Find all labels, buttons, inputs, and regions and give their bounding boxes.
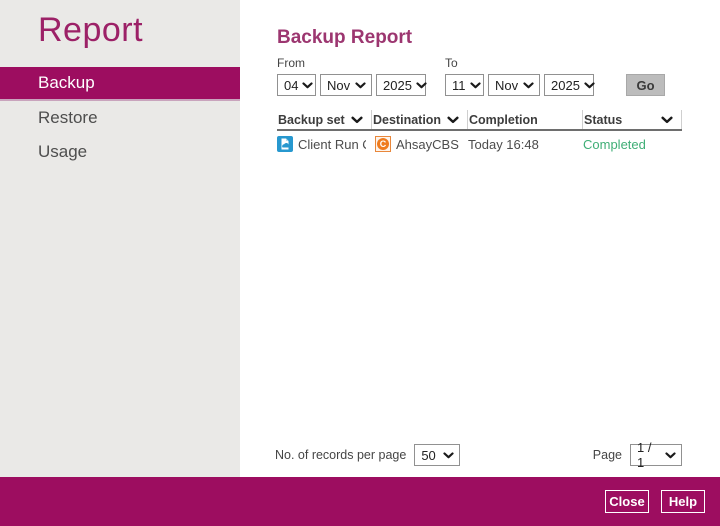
ahsaycbs-c-icon: C [375, 136, 391, 152]
chevron-down-icon [355, 81, 366, 88]
chevron-down-icon [302, 81, 314, 88]
status-cell: Completed [583, 137, 682, 152]
chevron-down-icon [665, 451, 676, 458]
to-year-value: 2025 [551, 77, 580, 93]
column-header-destination[interactable]: Destination [372, 110, 468, 129]
status-badge: Completed [583, 136, 646, 152]
backup-set-name: Client Run Clo... [298, 136, 366, 152]
report-table: Backup set Destination Completion Status [277, 110, 682, 155]
go-button[interactable]: Go [626, 74, 665, 96]
column-header-completion: Completion [468, 110, 583, 129]
pagination-bar: No. of records per page 50 Page 1 / 1 [275, 440, 682, 470]
page-select[interactable]: 1 / 1 [630, 440, 682, 470]
records-per-page: No. of records per page 50 [275, 444, 461, 466]
date-filter: From 04 Nov 2025 To 11 Nov 2025 Go [277, 56, 665, 96]
chevron-down-icon [443, 451, 454, 458]
column-label: Status [584, 112, 623, 127]
table-row[interactable]: Client Run Clo... C AhsayCBS Today 16:48… [277, 133, 682, 155]
records-per-page-select[interactable]: 50 [414, 444, 461, 466]
backup-set-document-icon [277, 136, 293, 152]
column-header-status[interactable]: Status [583, 110, 682, 129]
chevron-down-icon [351, 116, 363, 123]
sidebar-item-backup[interactable]: Backup [0, 67, 240, 101]
page-label: Page [592, 448, 622, 462]
from-day-value: 04 [284, 77, 299, 93]
backup-set-cell: Client Run Clo... [277, 136, 372, 152]
footer-bar: Close Help [0, 477, 720, 526]
to-day-select[interactable]: 11 [445, 74, 484, 96]
from-day-select[interactable]: 04 [277, 74, 316, 96]
from-year-value: 2025 [383, 77, 412, 93]
from-month-value: Nov [327, 77, 351, 93]
chevron-down-icon [584, 81, 595, 88]
completion-time: Today 16:48 [468, 136, 539, 152]
column-label: Destination [373, 112, 442, 127]
main-content: Backup Report From 04 Nov 2025 To 11 Nov… [240, 0, 720, 477]
from-label: From [277, 56, 305, 70]
to-label: To [445, 56, 458, 70]
chevron-down-icon [661, 116, 673, 123]
app-window: Report Backup Restore Usage Backup Repor… [0, 0, 720, 526]
table-header: Backup set Destination Completion Status [277, 110, 682, 131]
chevron-down-icon [469, 81, 481, 88]
sidebar-item-restore[interactable]: Restore [0, 101, 240, 135]
sidebar-title: Report [38, 11, 144, 49]
destination-cell: C AhsayCBS [372, 136, 468, 152]
from-year-select[interactable]: 2025 [376, 74, 427, 96]
chevron-down-icon [447, 116, 459, 123]
column-label: Backup set [278, 112, 345, 127]
sidebar-menu: Backup Restore Usage [0, 67, 240, 169]
to-day-value: 11 [452, 77, 466, 93]
help-button[interactable]: Help [661, 490, 705, 513]
sidebar-item-usage[interactable]: Usage [0, 135, 240, 169]
column-header-backup-set[interactable]: Backup set [277, 110, 372, 129]
chevron-down-icon [523, 81, 534, 88]
sidebar: Report Backup Restore Usage [0, 0, 240, 477]
to-month-select[interactable]: Nov [488, 74, 540, 96]
column-label: Completion [469, 112, 538, 127]
destination-name: AhsayCBS [396, 136, 459, 152]
records-per-page-value: 50 [421, 447, 436, 463]
from-group: From 04 Nov 2025 [277, 56, 427, 96]
close-button[interactable]: Close [605, 490, 649, 513]
to-month-value: Nov [495, 77, 519, 93]
page-selector: Page 1 / 1 [592, 440, 682, 470]
from-month-select[interactable]: Nov [320, 74, 372, 96]
completion-cell: Today 16:48 [468, 137, 583, 152]
page-value: 1 / 1 [637, 440, 652, 470]
chevron-down-icon [416, 81, 427, 88]
page-title: Backup Report [277, 27, 413, 48]
records-per-page-label: No. of records per page [275, 448, 407, 462]
to-year-select[interactable]: 2025 [544, 74, 595, 96]
to-group: To 11 Nov 2025 [445, 56, 595, 96]
